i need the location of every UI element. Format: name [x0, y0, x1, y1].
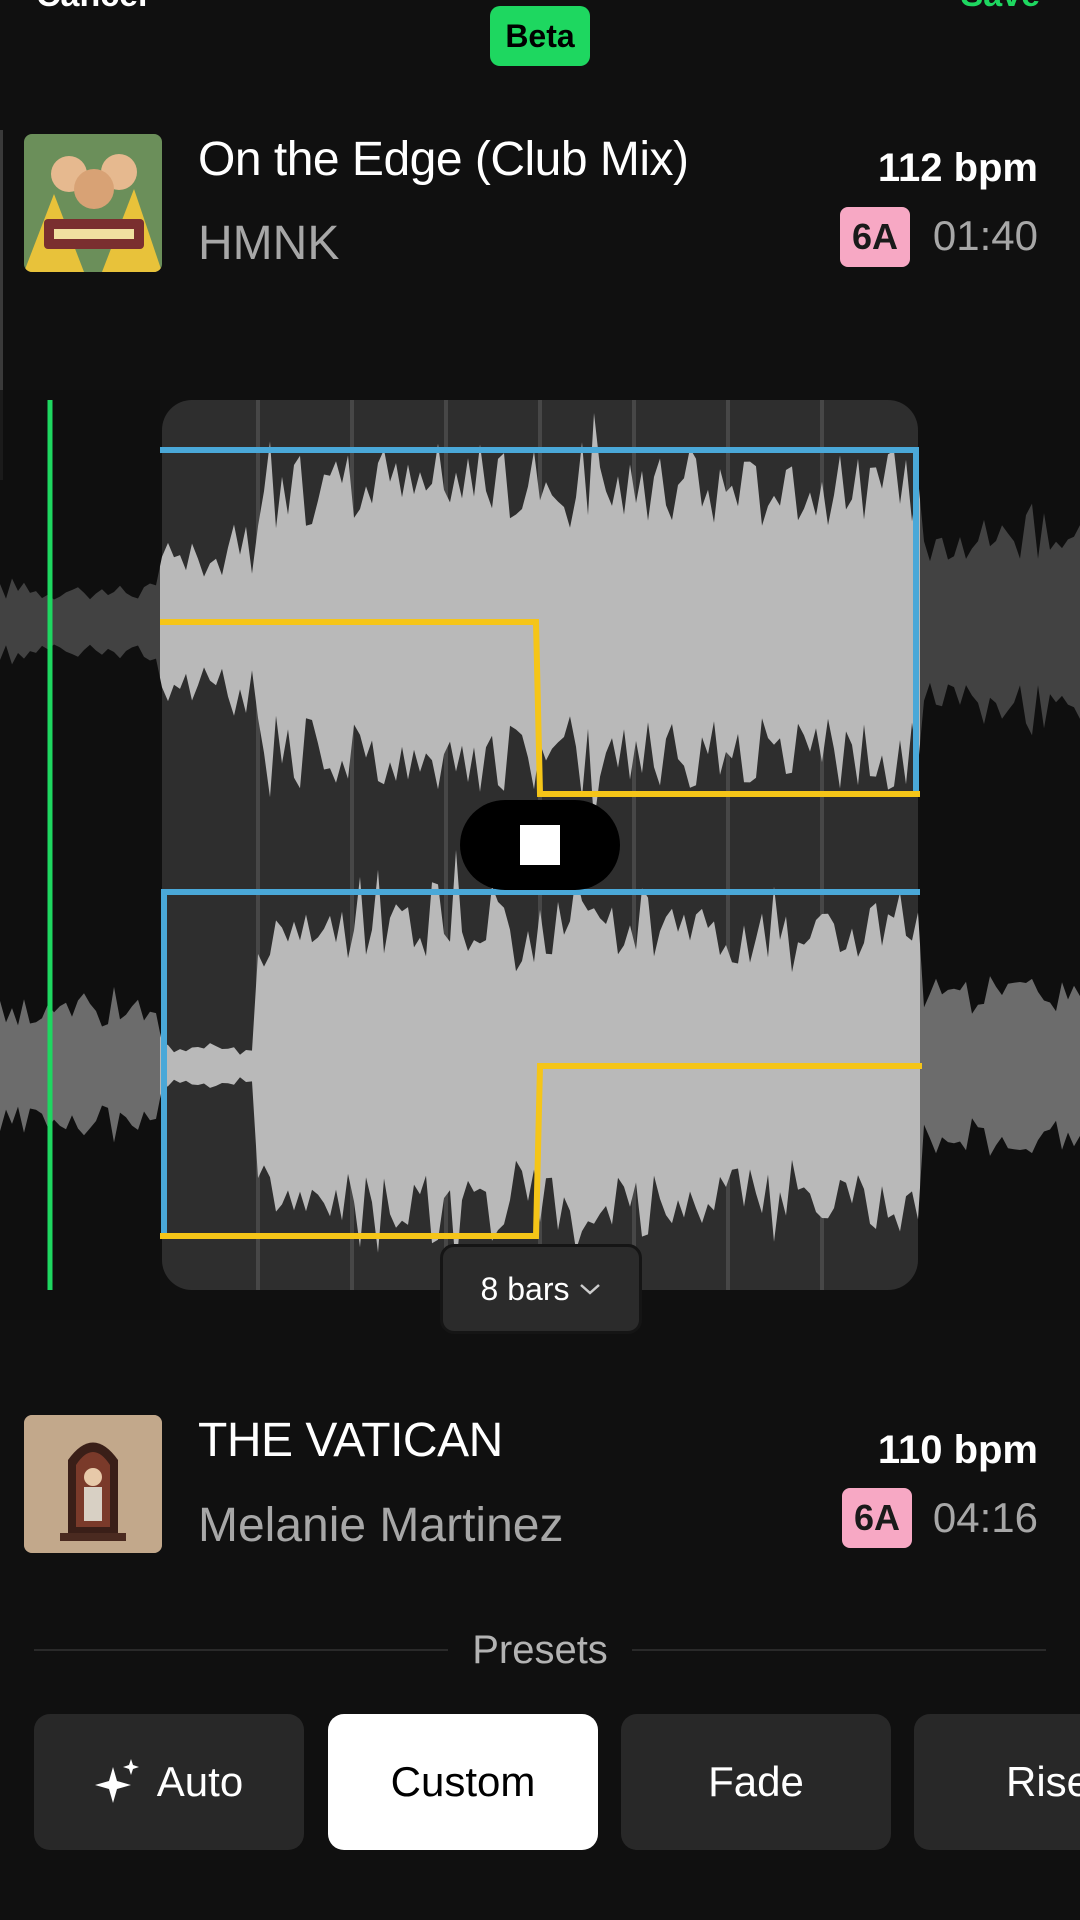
track-a-key-badge: 6A — [840, 207, 911, 267]
transition-length-dropdown[interactable]: 8 bars — [440, 1244, 642, 1334]
preset-custom-button[interactable]: Custom — [328, 1714, 598, 1850]
transition-length-label: 8 bars — [480, 1270, 570, 1307]
track-a-title: On the Edge (Club Mix) — [198, 133, 689, 186]
track-b-bpm: 110 bpm — [877, 1428, 1038, 1472]
save-button[interactable]: Save — [961, 0, 1040, 15]
preset-rise-label: Rise — [1006, 1758, 1080, 1805]
album-art-track-b — [24, 1415, 162, 1553]
preset-custom-label: Custom — [390, 1758, 536, 1805]
track-b-key-badge: 6A — [842, 1488, 913, 1548]
outside-window-shade — [920, 390, 1080, 1320]
track-a-artist: HMNK — [198, 217, 340, 270]
preset-fade-label: Fade — [708, 1758, 804, 1805]
track-a-duration: 01:40 — [932, 212, 1038, 259]
divider — [631, 1649, 1047, 1651]
presets-header: Presets — [34, 1620, 1047, 1680]
track-b-artist: Melanie Martinez — [198, 1499, 564, 1552]
preset-auto-button[interactable]: Auto — [34, 1714, 304, 1850]
album-art-track-a — [24, 134, 162, 272]
preset-auto-label: Auto — [156, 1758, 244, 1805]
beta-badge: Beta — [490, 6, 590, 66]
preset-rise-button[interactable]: Rise — [914, 1714, 1080, 1850]
stop-button[interactable] — [460, 800, 620, 890]
preset-fade-button[interactable]: Fade — [621, 1714, 891, 1850]
sparkle-icon — [94, 1759, 139, 1803]
track-a-bpm: 112 bpm — [877, 146, 1038, 190]
outside-window-shade — [0, 390, 160, 1320]
cancel-button[interactable]: Cancel — [36, 0, 148, 15]
chevron-down-icon — [580, 1284, 601, 1295]
divider — [34, 1649, 449, 1651]
presets-heading: Presets — [472, 1627, 608, 1672]
track-b-title: THE VATICAN — [198, 1414, 503, 1467]
track-b-duration: 04:16 — [932, 1494, 1038, 1541]
stop-icon — [520, 825, 560, 865]
